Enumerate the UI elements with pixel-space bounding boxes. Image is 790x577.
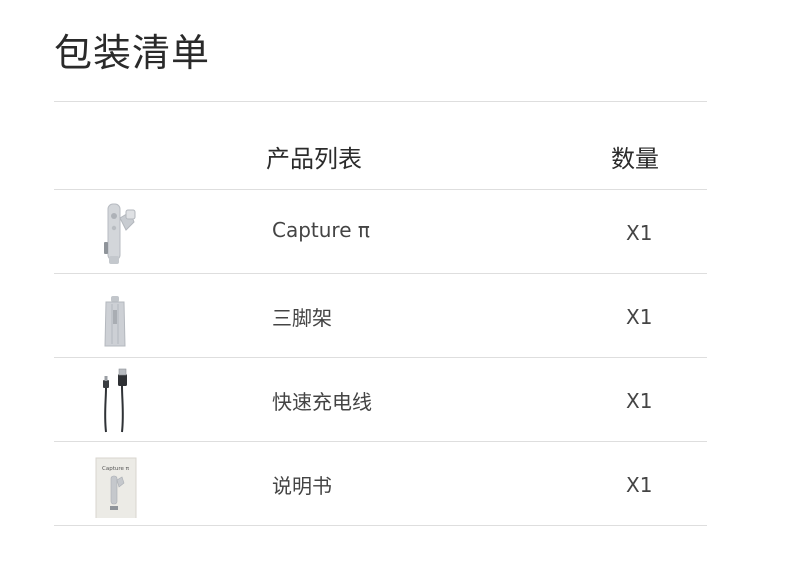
table-row: Capture π 说明书 X1 xyxy=(54,442,707,526)
item-name: 说明书 xyxy=(272,474,332,498)
svg-text:Capture π: Capture π xyxy=(102,466,130,472)
manual-icon: Capture π xyxy=(90,450,142,523)
gimbal-icon xyxy=(90,198,142,266)
table-row: Capture π X1 xyxy=(54,190,707,274)
item-name: 三脚架 xyxy=(272,306,332,330)
bottom-divider xyxy=(54,525,707,526)
item-quantity: X1 xyxy=(626,473,653,497)
table-row: 快速充电线 X1 xyxy=(54,358,707,442)
table-row: 三脚架 X1 xyxy=(54,274,707,358)
table-header: 产品列表 数量 xyxy=(54,102,707,189)
item-name: Capture π xyxy=(272,218,370,242)
item-name: 快速充电线 xyxy=(272,390,372,414)
usb-cable-icon xyxy=(90,366,142,434)
item-quantity: X1 xyxy=(626,389,653,413)
item-quantity: X1 xyxy=(626,221,653,245)
product-column-header: 产品列表 xyxy=(266,145,362,173)
page-title: 包装清单 xyxy=(54,31,211,75)
quantity-column-header: 数量 xyxy=(611,145,659,173)
item-quantity: X1 xyxy=(626,305,653,329)
tripod-icon xyxy=(90,282,142,350)
